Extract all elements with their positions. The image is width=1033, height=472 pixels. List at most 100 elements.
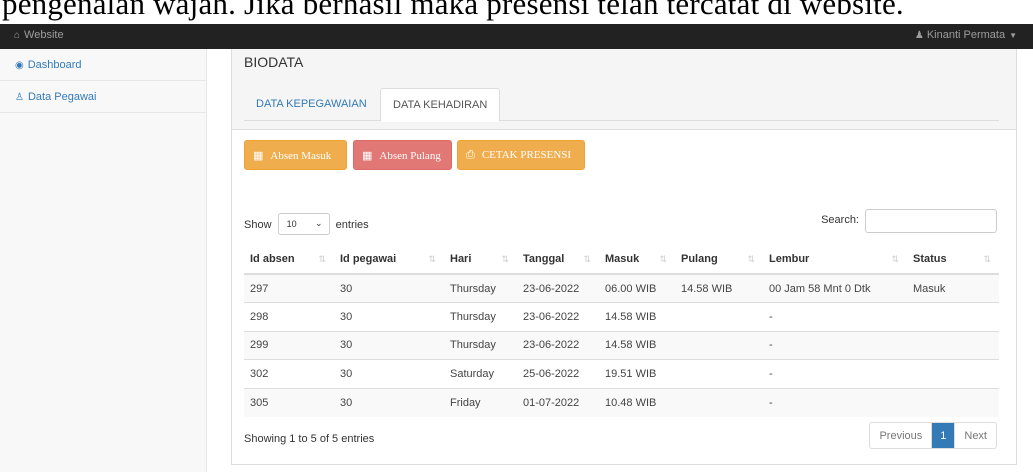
- table-cell: 30: [334, 359, 444, 388]
- table-cell: 25-06-2022: [517, 359, 599, 388]
- column-header-pulang[interactable]: Pulang ⇅: [675, 245, 763, 275]
- column-header-label: Status: [913, 253, 947, 265]
- column-header-tanggal[interactable]: Tanggal ⇅: [517, 245, 599, 275]
- calendar-icon: ▦: [362, 150, 373, 162]
- dashboard-icon: ◉: [15, 60, 24, 71]
- entries-select[interactable]: 10 ⌄: [277, 213, 330, 235]
- sort-icon: ⇅: [891, 254, 899, 264]
- table-cell: 30: [334, 302, 444, 331]
- pagination-page-current[interactable]: 1: [932, 423, 955, 448]
- caret-down-icon: ▼: [1009, 31, 1017, 40]
- brand-label: Website: [24, 29, 64, 41]
- table-cell: -: [763, 359, 907, 388]
- column-header-label: Id absen: [250, 253, 295, 265]
- table-cell: 10.48 WIB: [599, 387, 675, 417]
- table-cell: 30: [334, 387, 444, 417]
- table-cell: 302: [244, 359, 334, 388]
- sidebar-item-label: Data Pegawai: [27, 91, 97, 103]
- column-header-hari[interactable]: Hari ⇅: [444, 245, 517, 275]
- table-row: 299 30 Thursday 23-06-2022 14.58 WIB -: [244, 330, 999, 360]
- table-cell: 30: [334, 330, 444, 360]
- table-cell: 06.00 WIB: [599, 273, 675, 303]
- entries-length-control: Show 10 ⌄ entries: [244, 213, 369, 236]
- table-cell: Thursday: [444, 330, 517, 360]
- table-cell: Masuk: [907, 273, 999, 303]
- cetak-presensi-label: CETAK PRESENSI: [481, 149, 572, 161]
- sidebar-item-dashboard[interactable]: ◉ Dashboard: [0, 49, 206, 81]
- table-cell: -: [763, 330, 907, 360]
- table-cell: Thursday: [444, 273, 517, 303]
- table-cell: 14.58 WIB: [599, 330, 675, 360]
- column-header-label: Pulang: [681, 253, 718, 265]
- table-cell: 23-06-2022: [517, 302, 599, 331]
- pagination-next[interactable]: Next: [954, 423, 996, 448]
- panel-heading: BIODATA DATA KEPEGAWAIAN DATA KEHADIRAN: [232, 49, 1016, 130]
- column-header-label: Masuk: [605, 253, 640, 265]
- table-cell: -: [763, 387, 907, 417]
- table-cell: 297: [244, 273, 334, 303]
- column-header-lembur[interactable]: Lembur ⇅: [763, 245, 907, 275]
- column-header-label: Tanggal: [523, 253, 565, 265]
- table-cell: 299: [244, 330, 334, 360]
- sort-icon: ⇅: [428, 254, 436, 264]
- sidebar-item-label: Dashboard: [27, 59, 82, 71]
- tab-data-kepegawaian[interactable]: DATA KEPEGAWAIAN: [244, 88, 379, 121]
- show-label: Show: [244, 218, 272, 231]
- print-icon: ⎙: [466, 149, 475, 161]
- table-cell: 305: [244, 387, 334, 417]
- table-cell: -: [763, 302, 907, 331]
- table-info: Showing 1 to 5 of 5 entries: [244, 433, 375, 445]
- user-icon: ♟: [914, 30, 924, 41]
- sidebar-item-data-pegawai[interactable]: ♙ Data Pegawai: [0, 81, 206, 113]
- table-cell: 00 Jam 58 Mnt 0 Dtk: [763, 273, 907, 303]
- attendance-table: Id absen ⇅ Id pegawai ⇅ Hari ⇅ Tanggal ⇅ Mas…: [244, 245, 999, 417]
- table-cell: [675, 302, 763, 331]
- pagination-previous[interactable]: Previous: [870, 423, 933, 448]
- table-cell: Saturday: [444, 359, 517, 388]
- table-cell: 30: [334, 273, 444, 303]
- table-cell: [907, 302, 999, 331]
- tab-data-kehadiran[interactable]: DATA KEHADIRAN: [380, 88, 501, 122]
- table-cell: [907, 330, 999, 360]
- entries-label: entries: [335, 218, 369, 231]
- table-row: 302 30 Saturday 25-06-2022 19.51 WIB -: [244, 359, 999, 388]
- column-header-label: Id pegawai: [340, 253, 397, 265]
- cetak-presensi-button[interactable]: ⎙ CETAK PRESENSI: [457, 140, 585, 170]
- top-navbar: ⌂ Website ♟ Kinanti Permata ▼: [0, 24, 1033, 49]
- sort-icon: ⇅: [583, 254, 591, 264]
- calendar-icon: ▦: [253, 150, 264, 162]
- document-caption-strip: pengenalan wajah. Jika berhasil maka pre…: [0, 0, 1033, 24]
- table-cell: 19.51 WIB: [599, 359, 675, 388]
- column-header-label: Lembur: [769, 253, 810, 265]
- absen-pulang-label: Absen Pulang: [379, 150, 441, 162]
- chevron-down-icon: ⌄: [315, 218, 323, 228]
- sort-icon: ⇅: [659, 254, 667, 264]
- search-input[interactable]: [865, 209, 997, 233]
- column-header-id-pegawai[interactable]: Id pegawai ⇅: [334, 245, 444, 275]
- navbar-brand[interactable]: ⌂ Website: [14, 29, 64, 41]
- sidebar: ◉ Dashboard ♙ Data Pegawai: [0, 49, 207, 472]
- sort-icon: ⇅: [983, 254, 991, 264]
- absen-pulang-button[interactable]: ▦ Absen Pulang: [353, 140, 452, 170]
- pagination: Previous 1 Next: [869, 422, 997, 449]
- user-menu[interactable]: ♟ Kinanti Permata ▼: [915, 29, 1017, 41]
- column-header-status[interactable]: Status ⇅: [907, 245, 999, 275]
- user-name: Kinanti Permata: [926, 29, 1006, 41]
- table-cell: Thursday: [444, 302, 517, 331]
- table-row: 297 30 Thursday 23-06-2022 06.00 WIB 14.…: [244, 273, 999, 303]
- column-header-id-absen[interactable]: Id absen ⇅: [244, 245, 334, 275]
- table-header-row: Id absen ⇅ Id pegawai ⇅ Hari ⇅ Tanggal ⇅ Mas…: [244, 245, 999, 275]
- table-cell: 298: [244, 302, 334, 331]
- table-cell: [907, 359, 999, 388]
- table-row: 298 30 Thursday 23-06-2022 14.58 WIB -: [244, 302, 999, 331]
- tab-bar: DATA KEPEGAWAIAN DATA KEHADIRAN: [244, 88, 999, 122]
- sort-icon: ⇅: [318, 254, 326, 264]
- sort-icon: ⇅: [501, 254, 509, 264]
- absen-masuk-button[interactable]: ▦ Absen Masuk: [244, 140, 347, 170]
- table-cell: Friday: [444, 387, 517, 417]
- table-cell: 14.58 WIB: [599, 302, 675, 331]
- table-cell: [675, 330, 763, 360]
- table-row: 305 30 Friday 01-07-2022 10.48 WIB -: [244, 387, 999, 417]
- column-header-label: Hari: [450, 253, 472, 265]
- column-header-masuk[interactable]: Masuk ⇅: [599, 245, 675, 275]
